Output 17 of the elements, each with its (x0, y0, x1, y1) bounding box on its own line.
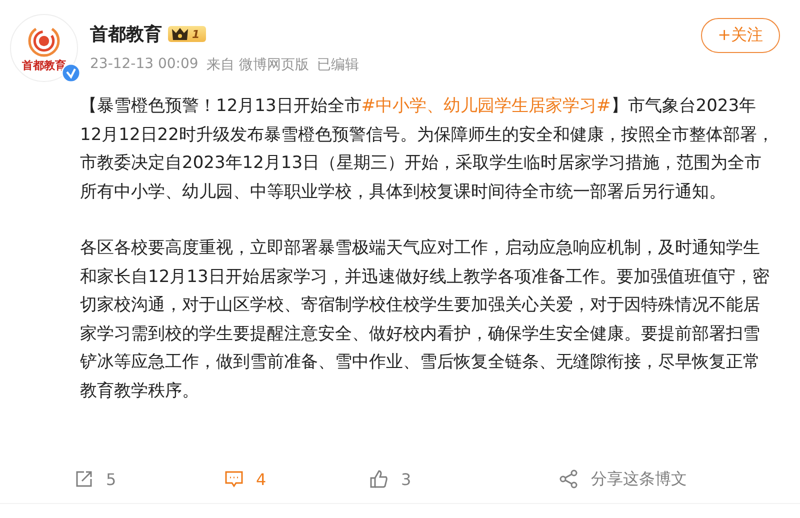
comment-action[interactable]: 4 (224, 469, 266, 489)
thumbs-up-icon (369, 469, 389, 489)
hashtag-link[interactable]: #中小学、幼儿园学生居家学习# (361, 96, 611, 116)
repost-action[interactable]: 5 (74, 469, 116, 489)
follow-button[interactable]: +关注 (700, 18, 780, 53)
post-time[interactable]: 23-12-13 00:09 (90, 56, 198, 74)
edited-label: 已编辑 (316, 56, 359, 74)
share-icon (559, 469, 579, 489)
post-paragraph: 【暴雪橙色预警！12月13日开始全市#中小学、幼儿园学生居家学习#】市气象台2023年12月12日22时升级发布暴雪橙色预警信号。为保障师生的安全和健康，按照全市整体部署，市教委决定自2023年12月13日（星期三）开始，采取学生临时居家学习措施，范围为全市所有中小学、幼儿园、中等职业学校，具体到校复课时间待全市统一部署后另行通知。 (80, 95, 775, 204)
share-action[interactable]: 分享这条博文 (559, 468, 687, 490)
post-paragraph: 各区各校要高度重视，立即部署暴雪极端天气应对工作，启动应急响应机制，及时通知学生和家长自12月13日开始居家学习，并迅速做好线上教学各项准备工作。要加强值班值守，密切家校沟通，对于山区学校、寄宿制学校住校学生要加强关心关爱，对于因特殊情况不能居家学习需到校的学生要提醒注意安全、做好校内看护，确保学生安全健康。要提前部署扫雪铲冰等应急工作，做到雪前准备、雪中作业、雪后恢复全链条、无缝隙衔接，尽早恢复正常教育教学秩序。 (80, 237, 770, 402)
comment-icon (224, 469, 244, 489)
repost-icon (74, 469, 94, 489)
level-badge: 1 (168, 26, 206, 42)
author-name[interactable]: 首都教育 (90, 22, 162, 46)
like-action[interactable]: 3 (369, 469, 412, 489)
post-source: 来自 微博网页版 (206, 56, 309, 74)
